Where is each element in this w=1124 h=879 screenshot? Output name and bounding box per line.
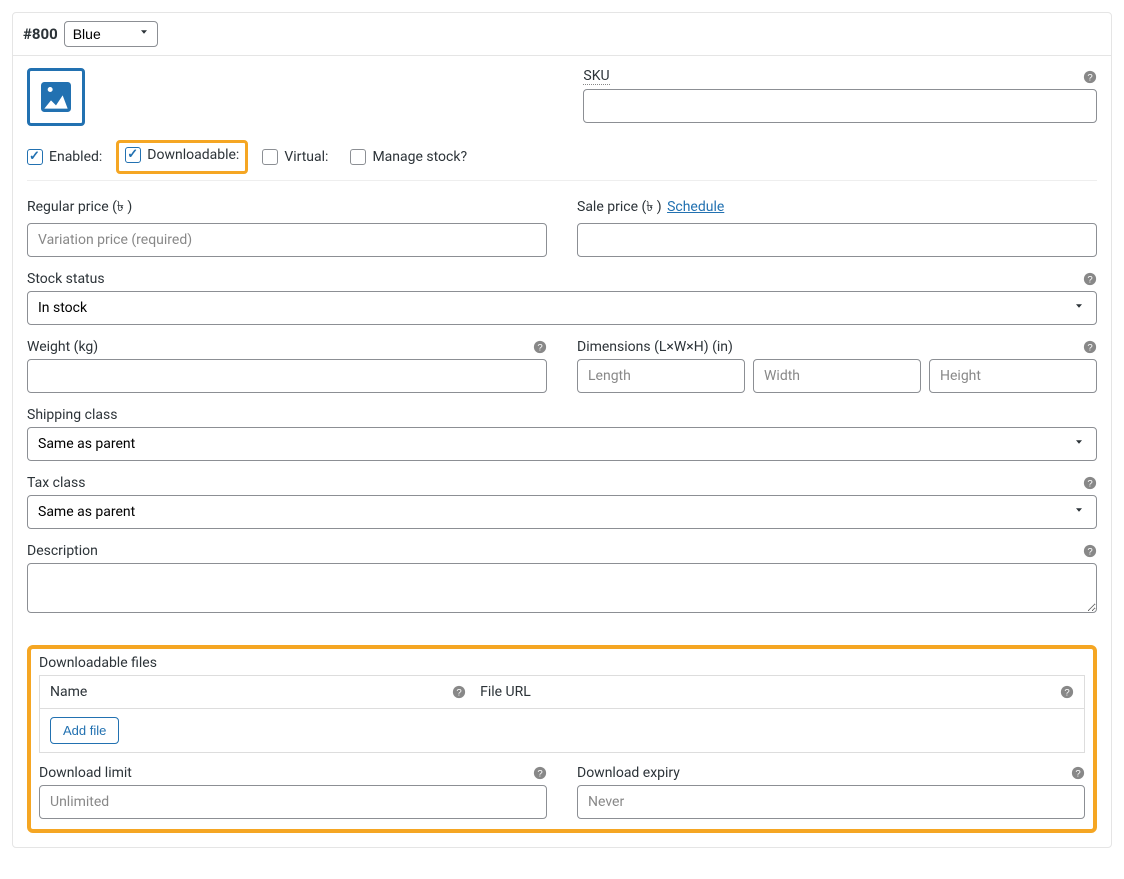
help-icon[interactable]: ? xyxy=(1083,70,1097,84)
svg-text:?: ? xyxy=(537,769,542,780)
svg-text:?: ? xyxy=(456,688,461,699)
variation-body: Enabled: Downloadable: Virtual: xyxy=(13,56,1111,637)
shipping-class-select[interactable]: Same as parent xyxy=(27,427,1097,461)
sale-price-label: Sale price (৳ ) Schedule xyxy=(577,195,724,219)
height-input[interactable] xyxy=(929,359,1097,393)
length-input[interactable] xyxy=(577,359,745,393)
enabled-checkbox[interactable]: Enabled: xyxy=(27,149,102,165)
image-icon xyxy=(36,77,76,117)
attribute-select[interactable]: Blue xyxy=(64,21,158,47)
help-icon[interactable]: ? xyxy=(1083,476,1097,490)
svg-text:?: ? xyxy=(1087,479,1092,490)
variation-panel: #800 Blue Enabled: xyxy=(12,12,1112,848)
dimensions-label: Dimensions (L×W×H) (in) xyxy=(577,339,733,355)
svg-text:?: ? xyxy=(1087,343,1092,354)
enabled-checkbox-input[interactable] xyxy=(27,149,43,165)
manage-stock-checkbox[interactable]: Manage stock? xyxy=(350,149,467,165)
schedule-link[interactable]: Schedule xyxy=(667,199,724,215)
col-url-label: File URL xyxy=(480,684,531,700)
downloadable-label: Downloadable: xyxy=(147,147,239,163)
svg-text:?: ? xyxy=(1087,72,1092,83)
help-icon[interactable]: ? xyxy=(533,766,547,780)
weight-input[interactable] xyxy=(27,359,547,393)
svg-text:?: ? xyxy=(537,343,542,354)
add-file-button[interactable]: Add file xyxy=(50,717,119,744)
enabled-label: Enabled: xyxy=(49,149,102,165)
download-expiry-label: Download expiry xyxy=(577,765,680,781)
help-icon[interactable]: ? xyxy=(1083,340,1097,354)
col-name-label: Name xyxy=(50,684,87,700)
tax-class-label: Tax class xyxy=(27,475,85,491)
sku-input[interactable] xyxy=(583,89,1097,123)
downloadable-highlight: Downloadable: xyxy=(116,140,248,174)
help-icon[interactable]: ? xyxy=(1071,766,1085,780)
help-icon[interactable]: ? xyxy=(1083,272,1097,286)
variation-image-upload[interactable] xyxy=(27,68,85,126)
svg-text:?: ? xyxy=(1087,547,1092,558)
manage-stock-label: Manage stock? xyxy=(372,149,467,165)
download-limit-input[interactable] xyxy=(39,785,547,819)
virtual-checkbox[interactable]: Virtual: xyxy=(262,149,328,165)
width-input[interactable] xyxy=(753,359,921,393)
regular-price-label: Regular price (৳ ) xyxy=(27,195,132,219)
downloadable-checkbox-input[interactable] xyxy=(125,147,141,163)
description-label: Description xyxy=(27,543,98,559)
help-icon[interactable]: ? xyxy=(452,685,466,699)
description-textarea[interactable] xyxy=(27,563,1097,613)
svg-text:?: ? xyxy=(1075,769,1080,780)
tax-class-select[interactable]: Same as parent xyxy=(27,495,1097,529)
download-limit-label: Download limit xyxy=(39,765,132,781)
help-icon[interactable]: ? xyxy=(1060,685,1074,699)
stock-status-select[interactable]: In stock xyxy=(27,291,1097,325)
downloads-table-header: Name ? File URL ? xyxy=(39,675,1085,709)
variation-id: #800 xyxy=(23,25,58,43)
help-icon[interactable]: ? xyxy=(533,340,547,354)
manage-stock-checkbox-input[interactable] xyxy=(350,149,366,165)
sale-price-input[interactable] xyxy=(577,223,1097,257)
variation-header: #800 Blue xyxy=(13,13,1111,56)
svg-text:?: ? xyxy=(1087,275,1092,286)
virtual-label: Virtual: xyxy=(284,149,328,165)
virtual-checkbox-input[interactable] xyxy=(262,149,278,165)
downloadable-files-label: Downloadable files xyxy=(39,655,1085,671)
shipping-class-label: Shipping class xyxy=(27,407,1097,423)
download-expiry-input[interactable] xyxy=(577,785,1085,819)
downloadable-checkbox[interactable]: Downloadable: xyxy=(125,147,239,163)
sku-label: SKU xyxy=(583,68,609,85)
svg-text:?: ? xyxy=(1064,688,1069,699)
weight-label: Weight (kg) xyxy=(27,339,98,355)
downloadable-section-highlight: Downloadable files Name ? File URL ? Add… xyxy=(27,645,1097,833)
regular-price-input[interactable] xyxy=(27,223,547,257)
help-icon[interactable]: ? xyxy=(1083,544,1097,558)
stock-status-label: Stock status xyxy=(27,271,105,287)
